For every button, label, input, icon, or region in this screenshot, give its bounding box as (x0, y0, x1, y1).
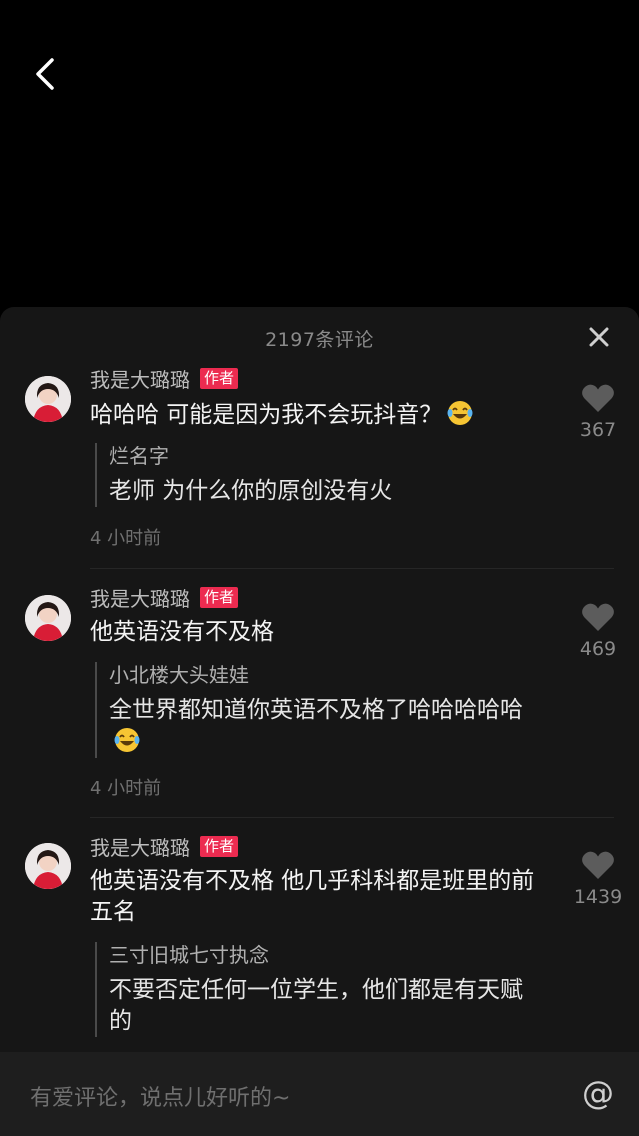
reply-text-body: 全世界都知道你英语不及格了哈哈哈哈哈 (109, 697, 523, 723)
screen: 2197条评论 我是大璐璐 作者 哈哈哈 可能是因为我不会玩抖音？ 烂名字 老师… (0, 0, 639, 1136)
author-badge: 作者 (200, 835, 239, 857)
comment-text-body: 哈哈哈 可能是因为我不会玩抖音？ (90, 402, 443, 428)
mention-button[interactable]: @ (582, 1074, 614, 1112)
laughing-tears-emoji-icon (114, 728, 140, 752)
heart-icon[interactable] (581, 383, 615, 413)
author-name[interactable]: 我是大璐璐 (90, 583, 190, 612)
avatar[interactable] (25, 376, 71, 422)
like-count: 469 (579, 638, 617, 660)
author-row: 我是大璐璐 作者 (90, 364, 239, 393)
like-group: 469 (565, 602, 631, 660)
like-count: 1439 (573, 886, 623, 908)
comment-item[interactable]: 我是大璐璐 作者 哈哈哈 可能是因为我不会玩抖音？ 烂名字 老师 为什么你的原创… (0, 307, 639, 569)
comment-time: 4 小时前 (90, 778, 162, 799)
comment-text: 他英语没有不及格 (90, 619, 274, 645)
heart-icon[interactable] (581, 850, 615, 880)
author-badge: 作者 (200, 367, 239, 389)
reply-author-name[interactable]: 小北楼大头娃娃 (109, 662, 529, 688)
comment-time: 4 小时前 (90, 528, 162, 549)
reply-text: 不要否定任何一位学生，他们都是有天赋的 (109, 977, 523, 1034)
back-button[interactable] (28, 56, 64, 92)
author-name[interactable]: 我是大璐璐 (90, 832, 190, 861)
comment-item[interactable]: 我是大璐璐 作者 他英语没有不及格 小北楼大头娃娃 全世界都知道你英语不及格了哈… (0, 569, 639, 817)
avatar-image (25, 595, 71, 641)
laughing-tears-emoji-icon (447, 401, 473, 425)
reply-text: 全世界都知道你英语不及格了哈哈哈哈哈 (109, 695, 529, 758)
comment-item[interactable]: 我是大璐璐 作者 他英语没有不及格 他几乎科科都是班里的前五名 三寸旧城七寸执念… (0, 817, 639, 1057)
avatar[interactable] (25, 595, 71, 641)
quoted-reply: 烂名字 老师 为什么你的原创没有火 (95, 443, 529, 507)
quoted-reply: 小北楼大头娃娃 全世界都知道你英语不及格了哈哈哈哈哈 (95, 662, 529, 758)
avatar-image (25, 843, 71, 889)
reply-author-name[interactable]: 三寸旧城七寸执念 (109, 942, 529, 968)
like-group: 367 (565, 383, 631, 441)
author-row: 我是大璐璐 作者 (90, 832, 239, 861)
author-row: 我是大璐璐 作者 (90, 583, 239, 612)
reply-author-name[interactable]: 烂名字 (109, 443, 529, 469)
comment-text: 他英语没有不及格 他几乎科科都是班里的前五名 (90, 868, 535, 925)
author-name[interactable]: 我是大璐璐 (90, 364, 190, 393)
like-group: 1439 (565, 850, 631, 908)
heart-icon[interactable] (581, 602, 615, 632)
comment-input-bar: 有爱评论，说点儿好听的~ @ (0, 1052, 639, 1136)
quoted-reply: 三寸旧城七寸执念 不要否定任何一位学生，他们都是有天赋的 (95, 942, 529, 1037)
like-count: 367 (579, 419, 617, 441)
avatar[interactable] (25, 843, 71, 889)
comment-input[interactable]: 有爱评论，说点儿好听的~ (30, 1080, 290, 1112)
chevron-left-icon (36, 58, 54, 90)
reply-text: 老师 为什么你的原创没有火 (109, 478, 393, 504)
comment-text: 哈哈哈 可能是因为我不会玩抖音？ (90, 399, 540, 431)
author-badge: 作者 (200, 586, 239, 608)
comments-sheet: 2197条评论 我是大璐璐 作者 哈哈哈 可能是因为我不会玩抖音？ 烂名字 老师… (0, 307, 639, 1136)
avatar-image (25, 376, 71, 422)
